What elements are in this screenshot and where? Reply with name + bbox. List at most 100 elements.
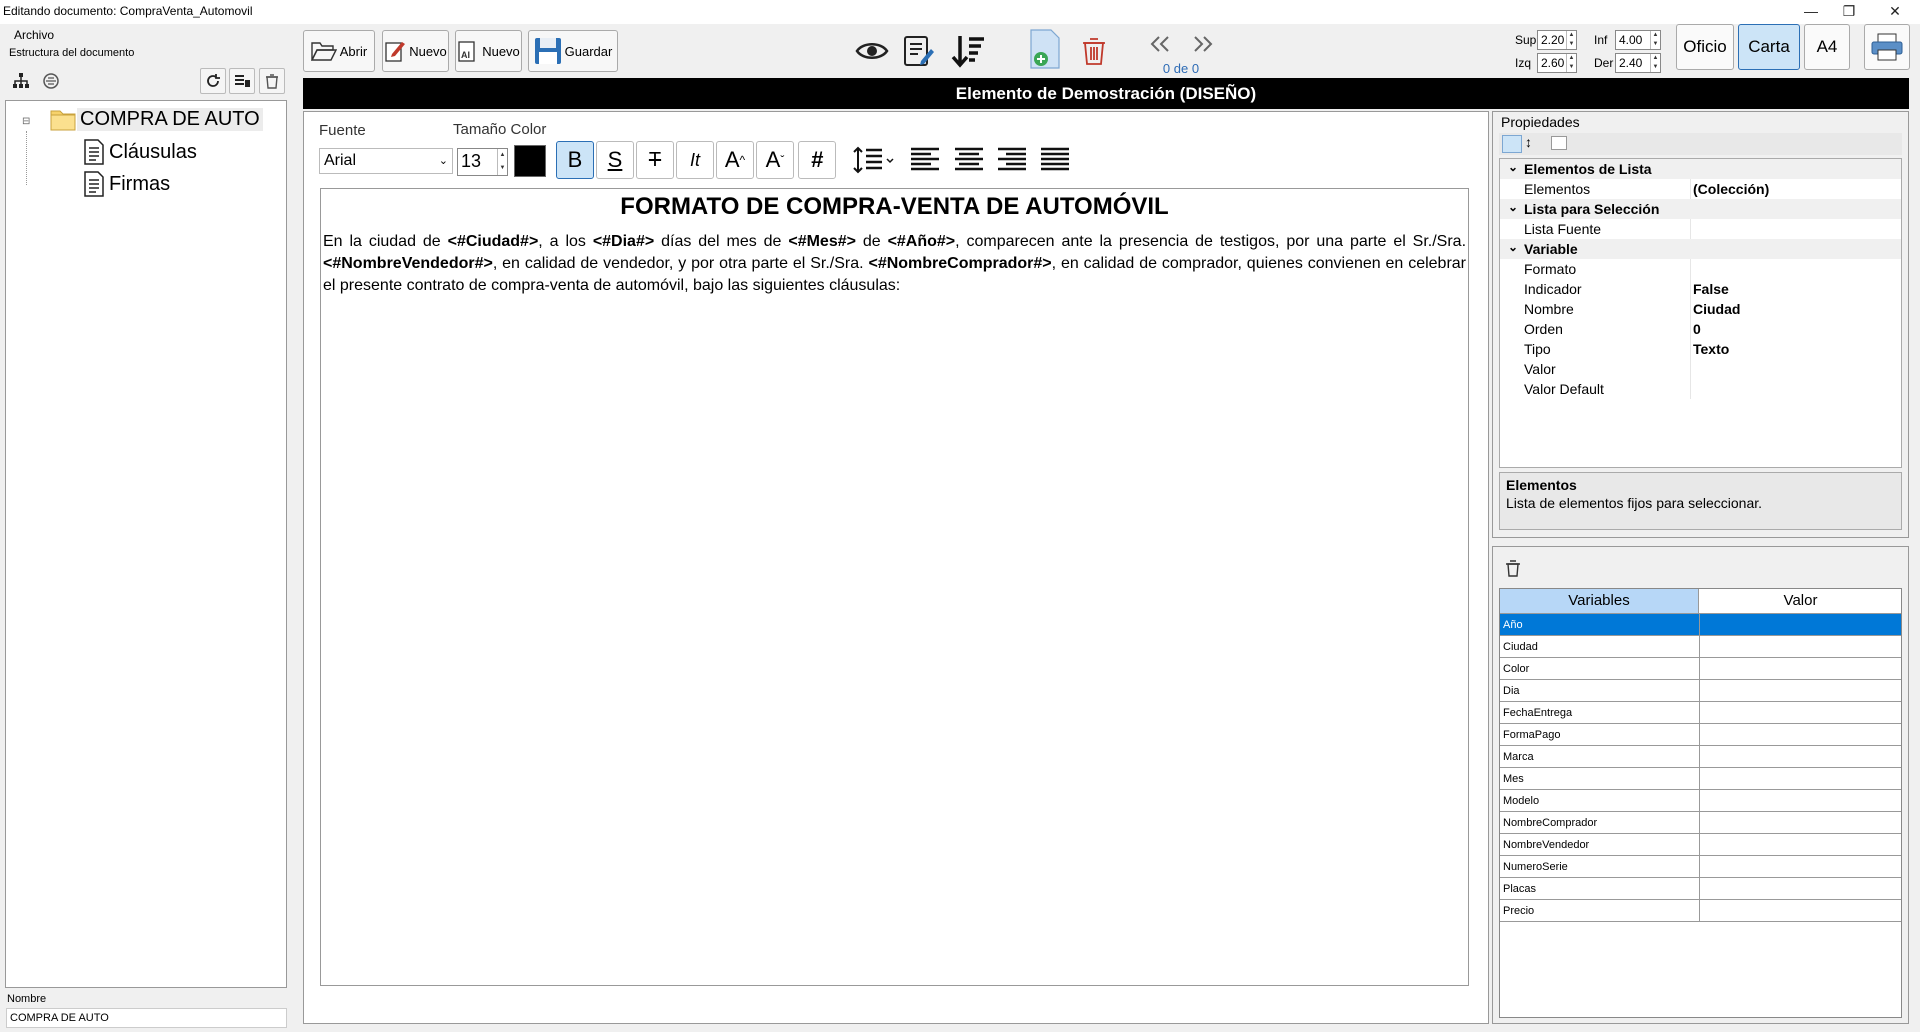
property-value[interactable]: (Colección) — [1693, 181, 1769, 197]
refresh-button[interactable] — [200, 68, 226, 94]
property-category[interactable]: ⌄ Variable — [1500, 239, 1901, 259]
align-right-icon[interactable] — [993, 141, 1031, 179]
page-size-carta-button[interactable]: Carta — [1738, 24, 1800, 70]
delete-node-button[interactable] — [259, 68, 285, 94]
sort-alpha-icon[interactable]: ↕ — [1525, 134, 1532, 150]
margin-top-input[interactable]: 2.20 ▲ ▼ — [1537, 30, 1577, 50]
structure-icon[interactable] — [8, 68, 34, 94]
collapse-chevron-icon[interactable]: ⌄ — [1508, 200, 1518, 214]
close-icon[interactable]: ✕ — [1872, 0, 1918, 24]
property-row[interactable]: Valor — [1500, 359, 1901, 379]
table-row[interactable]: Modelo — [1500, 790, 1901, 812]
table-row[interactable]: Mes — [1500, 768, 1901, 790]
collapse-chevron-icon[interactable]: ⌄ — [1508, 240, 1518, 254]
margin-left-input[interactable]: 2.60 ▲ ▼ — [1537, 53, 1577, 73]
property-value[interactable]: Texto — [1693, 341, 1729, 357]
open-button[interactable]: Abrir — [303, 30, 375, 72]
preview-eye-icon[interactable] — [851, 30, 893, 72]
stamp-icon[interactable] — [38, 68, 64, 94]
margin-bottom-input[interactable]: 4.00 ▲ ▼ — [1615, 30, 1661, 50]
page-size-oficio-button[interactable]: Oficio — [1676, 24, 1734, 70]
font-color-swatch[interactable] — [514, 145, 546, 177]
restore-icon[interactable]: ❐ — [1826, 0, 1872, 24]
table-row[interactable]: FechaEntrega — [1500, 702, 1901, 724]
property-row[interactable]: Nombre Ciudad — [1500, 299, 1901, 319]
document-editor[interactable]: FORMATO DE COMPRA-VENTA DE AUTOMÓVIL En … — [320, 188, 1469, 986]
number-format-button[interactable]: # — [798, 141, 836, 179]
align-center-icon[interactable] — [950, 141, 988, 179]
collapse-icon[interactable]: ⊟ — [22, 116, 30, 127]
variable-tag[interactable]: <#NombreVendedor#> — [323, 255, 493, 272]
property-row[interactable]: Indicador False — [1500, 279, 1901, 299]
margin-right-input[interactable]: 2.40 ▲ ▼ — [1615, 53, 1661, 73]
table-row[interactable]: Precio — [1500, 900, 1901, 922]
spinner-arrows-icon[interactable]: ▲ ▼ — [1650, 54, 1660, 72]
table-row[interactable]: Ciudad — [1500, 636, 1901, 658]
property-value[interactable]: Ciudad — [1693, 301, 1740, 317]
variables-table[interactable]: Variables Valor Año Ciudad Color Dia FechaEn… — [1499, 588, 1902, 1018]
sort-down-icon[interactable] — [947, 30, 989, 72]
categorized-icon[interactable] — [1502, 135, 1522, 153]
table-row[interactable]: Placas — [1500, 878, 1901, 900]
print-button[interactable] — [1864, 24, 1910, 70]
save-button[interactable]: Guardar — [528, 30, 618, 72]
property-value[interactable]: False — [1693, 281, 1729, 297]
table-row[interactable]: NumeroSerie — [1500, 856, 1901, 878]
variable-tag[interactable]: <#Dia#> — [593, 233, 654, 250]
property-row[interactable]: Formato — [1500, 259, 1901, 279]
property-category[interactable]: ⌄ Elementos de Lista — [1500, 159, 1901, 179]
property-row[interactable]: Elementos (Colección) — [1500, 179, 1901, 199]
spinner-arrows-icon[interactable]: ▲ ▼ — [1566, 54, 1576, 72]
property-value[interactable]: 0 — [1693, 321, 1701, 337]
shrink-font-button[interactable]: Aˇ — [756, 141, 794, 179]
delete-variable-icon[interactable] — [1499, 554, 1527, 582]
property-row[interactable]: Orden 0 — [1500, 319, 1901, 339]
add-page-icon[interactable] — [1024, 28, 1066, 70]
font-size-stepper[interactable]: 13 ▲ ▼ — [457, 148, 508, 176]
property-row[interactable]: Lista Fuente — [1500, 219, 1901, 239]
align-justify-icon[interactable] — [1036, 141, 1074, 179]
document-tree[interactable]: ⊟ COMPRA DE AUTO Cláusulas Firmas — [5, 100, 287, 988]
property-row[interactable]: Valor Default — [1500, 379, 1901, 399]
table-row[interactable]: Año — [1500, 614, 1901, 636]
strikethrough-button[interactable]: T — [636, 141, 674, 179]
menu-file[interactable]: Archivo — [14, 28, 54, 42]
page-size-a4-button[interactable]: A4 — [1804, 24, 1850, 70]
table-row[interactable]: FormaPago — [1500, 724, 1901, 746]
font-select[interactable]: Arial ⌄ — [319, 148, 453, 174]
italic-button[interactable]: It — [676, 141, 714, 179]
spinner-arrows-icon[interactable]: ▲ ▼ — [1566, 31, 1576, 49]
new-ai-button[interactable]: AI Nuevo — [455, 30, 522, 72]
property-pages-icon[interactable] — [1551, 136, 1567, 150]
table-row[interactable]: NombreComprador — [1500, 812, 1901, 834]
spinner-arrows-icon[interactable]: ▲ ▼ — [1650, 31, 1660, 49]
grow-font-button[interactable]: A ^ — [716, 141, 754, 179]
column-header-value[interactable]: Valor — [1700, 589, 1901, 613]
line-spacing-button[interactable] — [848, 141, 900, 179]
collapse-chevron-icon[interactable]: ⌄ — [1508, 160, 1518, 174]
variable-tag[interactable]: <#Año#> — [888, 233, 956, 250]
column-header-variables[interactable]: Variables — [1500, 589, 1699, 613]
name-field[interactable]: COMPRA DE AUTO — [6, 1008, 287, 1028]
align-left-icon[interactable] — [906, 141, 944, 179]
underline-button[interactable]: S — [596, 141, 634, 179]
property-category[interactable]: ⌄ Lista para Selección — [1500, 199, 1901, 219]
bold-button[interactable]: B — [556, 141, 594, 179]
tree-root-node[interactable]: COMPRA DE AUTO — [49, 106, 263, 132]
property-row[interactable]: Tipo Texto — [1500, 339, 1901, 359]
table-row[interactable]: Marca — [1500, 746, 1901, 768]
table-row[interactable]: Dia — [1500, 680, 1901, 702]
edit-doc-icon[interactable] — [898, 30, 940, 72]
tree-node-clausulas[interactable]: Cláusulas — [82, 139, 200, 165]
table-row[interactable]: NombreVendedor — [1500, 834, 1901, 856]
spinner-arrows-icon[interactable]: ▲ ▼ — [497, 149, 507, 175]
next-page-icon[interactable] — [1183, 24, 1223, 64]
table-row[interactable]: Color — [1500, 658, 1901, 680]
tree-node-firmas[interactable]: Firmas — [82, 171, 173, 197]
previous-page-icon[interactable] — [1140, 24, 1180, 64]
variable-tag[interactable]: <#Mes#> — [788, 233, 856, 250]
list-delete-button[interactable] — [229, 68, 255, 94]
property-grid[interactable]: ⌄ Elementos de Lista Elementos (Colección) ⌄… — [1499, 158, 1902, 468]
new-button[interactable]: Nuevo — [382, 30, 449, 72]
delete-page-icon[interactable] — [1073, 30, 1115, 72]
